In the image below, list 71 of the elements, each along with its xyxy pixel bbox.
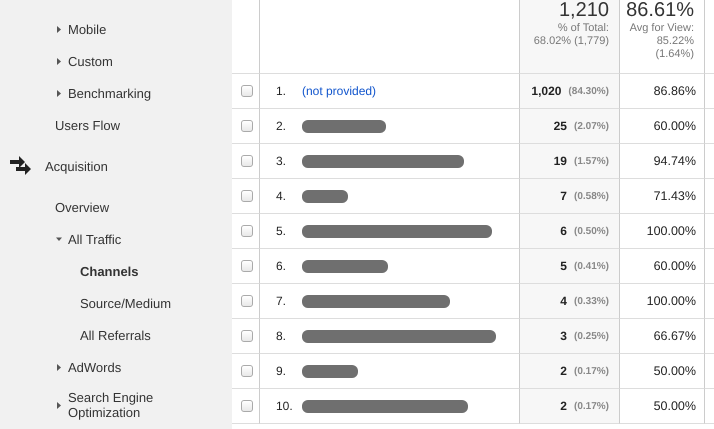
sessions-share: (0.50%) xyxy=(574,226,609,236)
nav-item[interactable]: Users Flow xyxy=(55,118,120,132)
summary-total: 1,210 xyxy=(558,0,609,20)
sessions-share: (0.17%) xyxy=(574,400,609,412)
row-checkbox[interactable] xyxy=(241,295,253,307)
rate-value: 60.00% xyxy=(654,119,696,133)
sessions-value: 2 xyxy=(560,399,567,413)
redaction-bar xyxy=(302,190,348,202)
sessions-value: 19 xyxy=(554,154,567,168)
rate-value: 50.00% xyxy=(654,364,696,378)
collapse-icon[interactable] xyxy=(56,236,65,242)
section-title[interactable]: Acquisition xyxy=(45,158,108,174)
row-number: 4. xyxy=(276,189,288,203)
nav-item[interactable]: Benchmarking xyxy=(68,86,152,100)
row-checkbox[interactable] xyxy=(241,400,253,412)
row-number: 6. xyxy=(276,259,288,273)
sessions-value: 5 xyxy=(560,259,567,273)
row-checkbox[interactable] xyxy=(241,85,253,97)
sessions-share: (1.57%) xyxy=(574,156,609,166)
sessions-share: (0.41%) xyxy=(574,260,609,272)
nav-item[interactable]: Overview xyxy=(55,200,110,214)
rate-value: 94.74% xyxy=(654,154,696,168)
row-number: 10. xyxy=(276,399,294,413)
row-checkbox[interactable] xyxy=(241,225,253,237)
arrows-icon xyxy=(10,156,32,176)
row-checkbox[interactable] xyxy=(241,260,253,272)
row-number: 9. xyxy=(276,364,288,378)
rate-value: 100.00% xyxy=(646,294,696,308)
row-checkbox[interactable] xyxy=(241,120,253,132)
row-checkbox[interactable] xyxy=(241,155,253,167)
nav-item[interactable]: AdWords xyxy=(68,360,122,374)
source-link[interactable]: (not provided) xyxy=(302,84,376,98)
row-checkbox[interactable] xyxy=(241,190,253,202)
rate-value: 100.00% xyxy=(646,224,696,238)
rate-value: 50.00% xyxy=(654,399,696,413)
nav-item[interactable]: All Referrals xyxy=(80,328,151,342)
row-checkbox[interactable] xyxy=(241,330,253,342)
nav-item[interactable]: All Traffic xyxy=(68,232,122,246)
row-number: 8. xyxy=(276,329,288,343)
sessions-share: (84.30%) xyxy=(568,86,609,96)
sessions-value: 3 xyxy=(560,329,567,343)
row-number: 7. xyxy=(276,294,288,308)
row-number: 5. xyxy=(276,224,288,238)
sessions-share: (0.25%) xyxy=(574,330,609,342)
summary-caption: Avg for View: 85.22% (1.64%) xyxy=(628,22,694,61)
sessions-value: 4 xyxy=(560,294,567,308)
row-number: 3. xyxy=(276,154,288,168)
nav-item[interactable]: Channels xyxy=(80,264,139,278)
sessions-value: 6 xyxy=(560,224,567,238)
sessions-share: (0.33%) xyxy=(574,296,609,306)
rate-value: 71.43% xyxy=(654,189,696,203)
rate-value: 66.67% xyxy=(654,329,696,343)
sessions-share: (2.07%) xyxy=(574,120,609,132)
nav-item[interactable]: Source/Medium xyxy=(80,296,172,310)
nav-item[interactable]: Search Engine Optimization xyxy=(68,390,178,420)
rate-value: 60.00% xyxy=(654,259,696,273)
row-checkbox[interactable] xyxy=(241,365,253,377)
summary-total: 86.61% xyxy=(626,0,694,20)
rate-value: 86.86% xyxy=(654,84,696,98)
sessions-value: 1,020 xyxy=(531,84,562,98)
sessions-value: 7 xyxy=(560,189,567,203)
row-number: 2. xyxy=(276,119,288,133)
summary-caption: % of Total: 68.02% (1,779) xyxy=(532,22,609,48)
sessions-share: (0.17%) xyxy=(574,366,609,376)
nav-item[interactable]: Mobile xyxy=(68,22,106,36)
nav-item[interactable]: Custom xyxy=(68,54,113,68)
sessions-share: (0.58%) xyxy=(574,190,609,202)
sessions-value: 25 xyxy=(554,119,567,133)
sessions-value: 2 xyxy=(560,364,567,378)
redaction-bar xyxy=(302,364,358,378)
row-number: 1. xyxy=(276,84,288,98)
